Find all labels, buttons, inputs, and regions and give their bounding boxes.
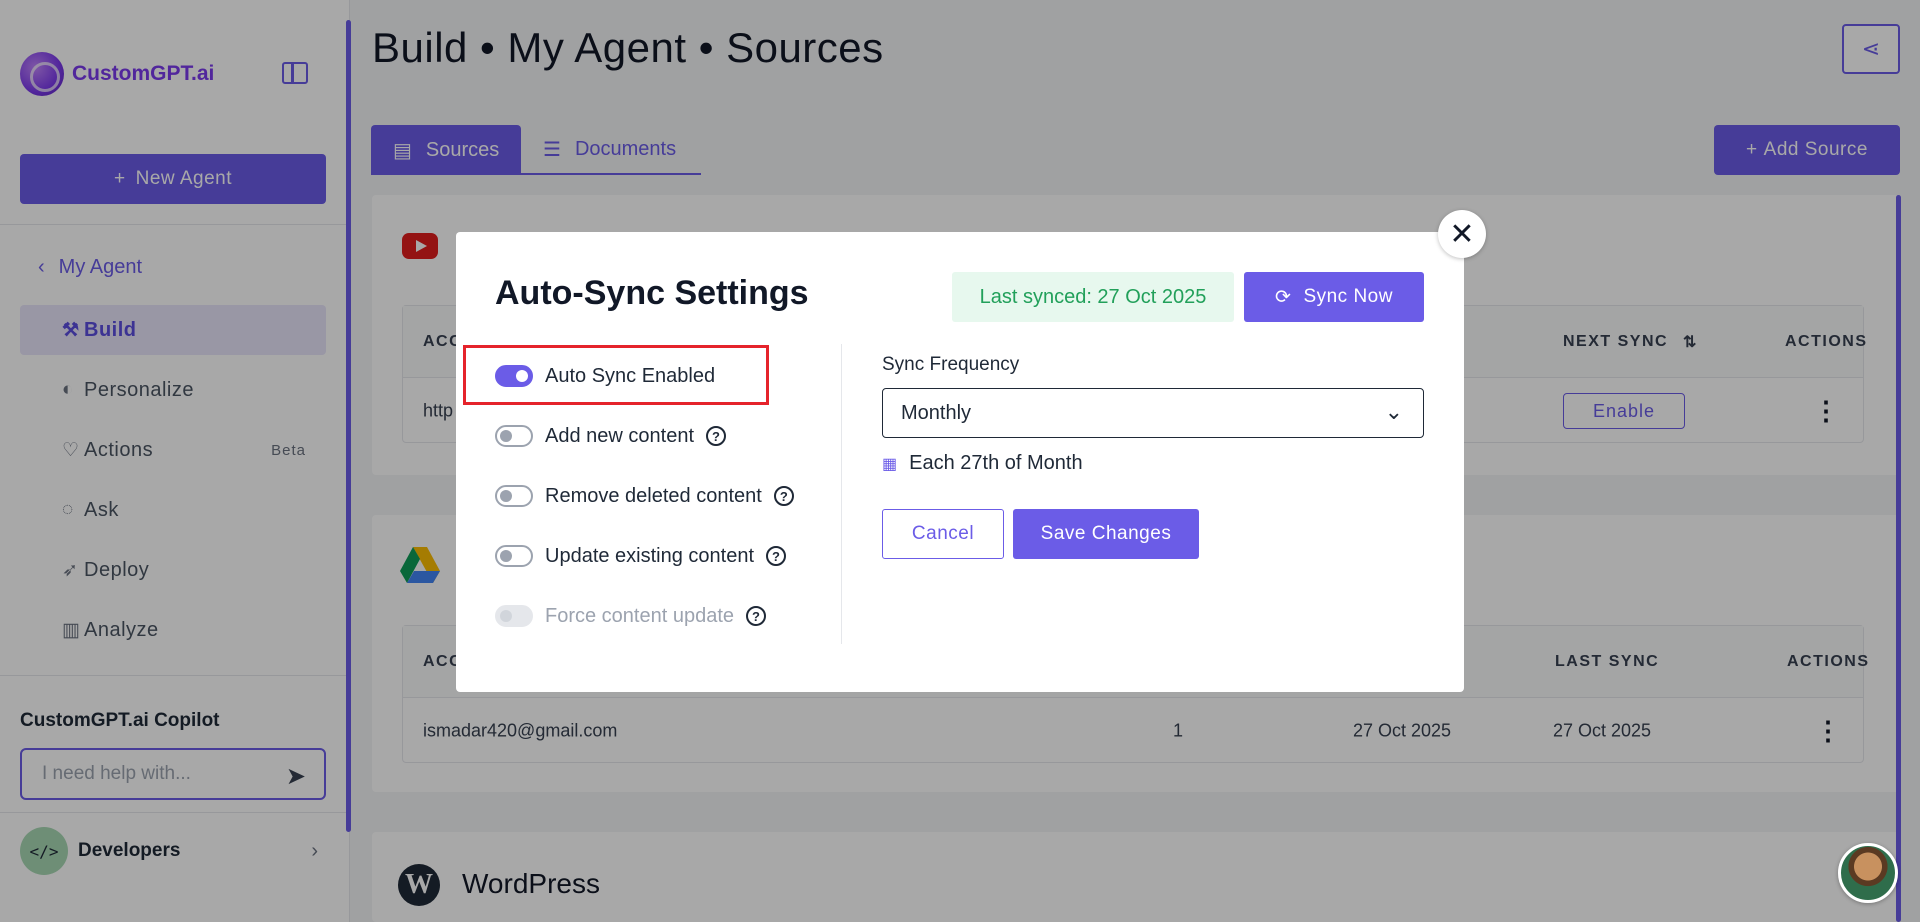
- sync-frequency-value: Monthly: [901, 401, 972, 424]
- toggle-label: Force content update: [545, 604, 735, 627]
- auto-sync-toggle-row[interactable]: Auto Sync Enabled: [495, 356, 715, 396]
- update-existing-content-toggle-row[interactable]: Update existing content ?: [495, 536, 787, 576]
- save-changes-button[interactable]: Save Changes: [1013, 509, 1199, 559]
- toggle-label: Auto Sync Enabled: [545, 364, 716, 387]
- remove-deleted-content-toggle[interactable]: [495, 485, 533, 507]
- modal-divider: [841, 344, 842, 644]
- help-icon[interactable]: ?: [706, 426, 726, 446]
- toggle-label: Remove deleted content: [545, 484, 762, 507]
- remove-deleted-content-toggle-row[interactable]: Remove deleted content ?: [495, 476, 794, 516]
- sync-frequency-label: Sync Frequency: [882, 354, 1020, 375]
- toggle-label: Add new content: [545, 424, 694, 447]
- toggle-label: Update existing content: [545, 544, 755, 567]
- last-synced-badge: Last synced: 27 Oct 2025: [952, 272, 1234, 322]
- help-icon[interactable]: ?: [746, 606, 767, 626]
- refresh-icon: ⟳: [1275, 286, 1292, 308]
- sync-now-label: Sync Now: [1303, 286, 1393, 307]
- modal-title: Auto-Sync Settings: [495, 274, 809, 312]
- add-new-content-toggle-row[interactable]: Add new content ?: [495, 416, 726, 456]
- calendar-icon: ▦: [882, 455, 898, 473]
- add-new-content-toggle[interactable]: [495, 425, 533, 447]
- force-content-update-toggle-row: Force content update ?: [495, 596, 767, 636]
- chevron-down-icon: ⌄: [1384, 399, 1403, 424]
- force-content-update-toggle: [495, 605, 533, 627]
- help-icon[interactable]: ?: [766, 546, 787, 566]
- help-icon[interactable]: ?: [773, 486, 794, 506]
- auto-sync-toggle[interactable]: [495, 365, 533, 387]
- sync-now-button[interactable]: ⟳ Sync Now: [1244, 272, 1424, 322]
- update-existing-content-toggle[interactable]: [495, 545, 533, 567]
- schedule-text: Each 27th of Month: [909, 452, 1083, 474]
- close-icon[interactable]: ✕: [1438, 210, 1486, 258]
- support-avatar[interactable]: [1838, 843, 1898, 903]
- sync-frequency-select[interactable]: Monthly ⌄: [882, 388, 1424, 438]
- auto-sync-modal: Auto-Sync Settings Last synced: 27 Oct 2…: [456, 232, 1464, 692]
- cancel-button[interactable]: Cancel: [882, 509, 1004, 559]
- schedule-info: ▦ Each 27th of Month: [882, 452, 1083, 475]
